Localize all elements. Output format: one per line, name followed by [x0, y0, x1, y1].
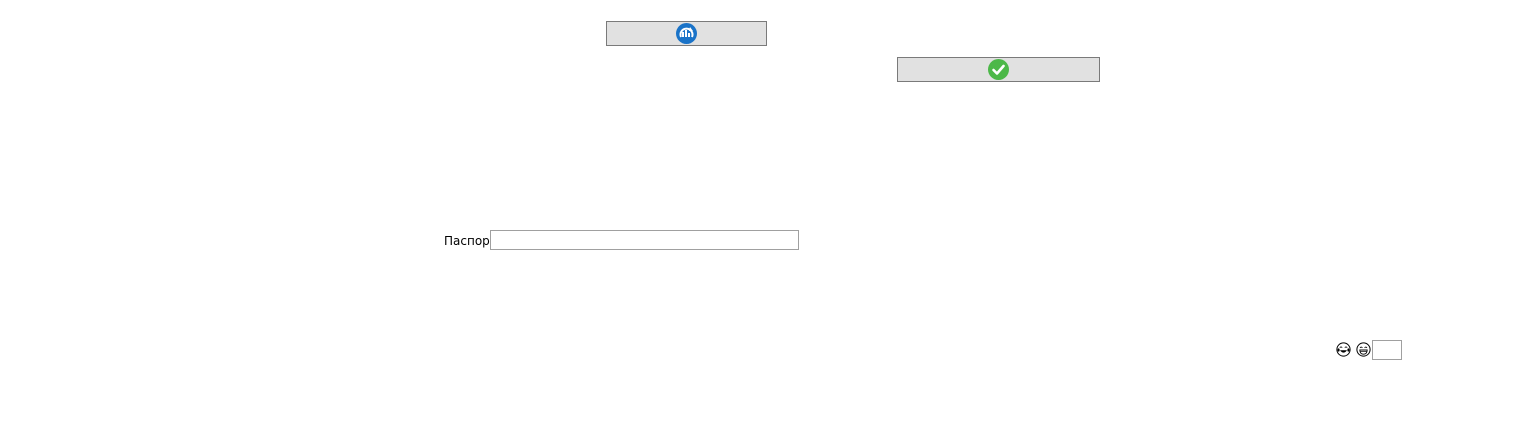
confirm-button[interactable] [897, 57, 1100, 82]
tears-of-joy-emoji-icon[interactable] [1336, 342, 1351, 357]
refresh-button[interactable] [606, 21, 767, 46]
passport-label: Паспорт [444, 234, 497, 248]
grinning-emoji-icon[interactable] [1356, 342, 1371, 357]
passport-input[interactable] [490, 230, 799, 250]
small-input[interactable] [1372, 340, 1402, 360]
checkmark-icon [988, 59, 1009, 80]
refresh-icon [676, 23, 697, 44]
